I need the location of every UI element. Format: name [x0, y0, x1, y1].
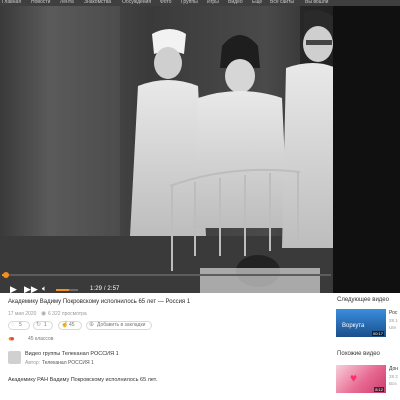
class-total[interactable]: 45 классов — [28, 336, 53, 342]
next-video-thumbnail[interactable]: Воркута 00:17 — [336, 309, 386, 337]
similar-video-meta1: 28 2 — [389, 374, 398, 379]
class-count: 45 — [69, 322, 75, 328]
volume-icon[interactable]: 🔈︎ — [42, 285, 47, 293]
author-name[interactable]: Телеканал РОССИЯ 1 — [42, 360, 94, 366]
add-bookmark-button[interactable]: ⊕ Добавить в закладки — [86, 321, 152, 330]
author-label: Автор: — [25, 360, 41, 366]
video-player[interactable]: ▶ ▶▶ 🔈︎ 1:29 / 2:57 — [0, 6, 333, 293]
next-thumb-caption: Воркута — [342, 323, 365, 329]
views-icon: ◉ — [41, 311, 47, 317]
next-video-meta1: 28 1 — [389, 318, 398, 323]
video-frame-image — [0, 6, 333, 293]
group-title[interactable]: Видео группы Телеканал РОССИЯ 1 — [25, 351, 119, 357]
reshare-icon: ↻ — [36, 322, 42, 328]
similar-videos-heading: Похожие видео — [337, 351, 380, 357]
comment-icon: ◌ — [11, 322, 15, 328]
bookmark-icon: ⊕ — [89, 322, 95, 328]
similar-video-thumbnail[interactable]: ♥ 8:12 — [336, 365, 386, 393]
reshare-count: 1 — [44, 322, 47, 328]
reaction-emoji-icons: ●● — [8, 334, 15, 343]
video-description: Академику РАН Вадиму Покровскому исполни… — [8, 377, 158, 383]
reshare-button[interactable]: ↻ 1 — [33, 321, 53, 330]
video-info: Академику Вадиму Покровскому исполнилось… — [0, 293, 333, 400]
progress-thumb[interactable] — [2, 272, 9, 278]
similar-video-title[interactable]: Дон — [389, 366, 398, 372]
add-bookmark-label: Добавить в закладки — [97, 322, 146, 328]
upload-date: 17 мая 2020 — [8, 311, 37, 317]
time-display: 1:29 / 2:57 — [90, 286, 120, 292]
comments-button[interactable]: ◌ 5 — [8, 321, 30, 330]
similar-video-meta2: Воз — [389, 381, 397, 386]
play-icon[interactable]: ▶ — [10, 285, 17, 294]
heart-icon: ♥ — [350, 371, 358, 385]
similar-thumb-duration: 8:12 — [374, 387, 384, 392]
video-title[interactable]: Академику Вадиму Покровскому исполнилось… — [8, 299, 190, 305]
comments-count: 5 — [19, 322, 22, 328]
player-side-panel — [333, 6, 400, 293]
progress-bar[interactable] — [2, 272, 331, 278]
next-video-meta2: Ute — [389, 325, 397, 330]
like-icon: ☝ — [61, 322, 69, 328]
group-avatar[interactable] — [8, 351, 21, 364]
volume-slider[interactable] — [56, 289, 78, 291]
next-thumb-duration: 00:17 — [371, 331, 384, 336]
views-count: 6 322 просмотра — [48, 311, 87, 317]
skip-forward-icon[interactable]: ▶▶ — [24, 285, 38, 294]
next-video-title[interactable]: Рос — [389, 310, 397, 316]
class-button[interactable]: ☝ 45 — [58, 321, 82, 330]
volume-fill — [56, 289, 70, 291]
next-video-heading: Следующее видео — [337, 297, 389, 303]
sidebar: Следующее видео Воркута 00:17 Рос 28 1 U… — [333, 293, 400, 400]
